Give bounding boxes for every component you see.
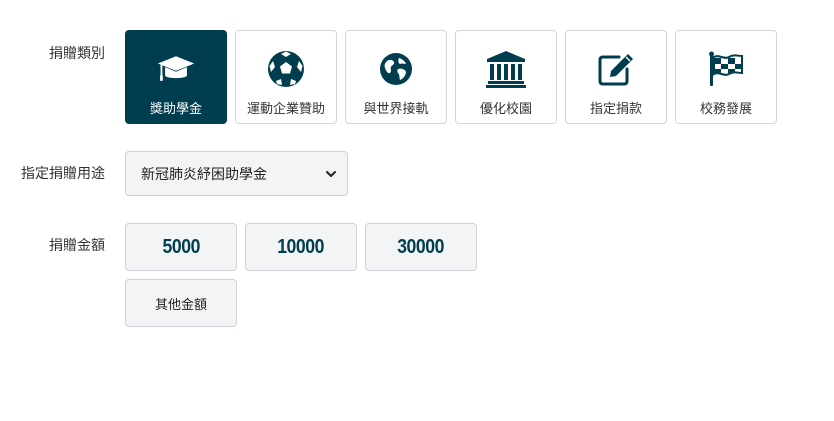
amount-button-10000[interactable]: 10000 <box>245 223 357 271</box>
amount-options: 5000 10000 30000 <box>125 223 477 271</box>
category-development[interactable]: 校務發展 <box>675 30 777 124</box>
donation-amount-label: 捐贈金額 <box>49 238 105 254</box>
graduation-cap-icon <box>156 49 196 89</box>
category-label: 與世界接軌 <box>363 102 429 117</box>
globe-icon <box>376 49 416 89</box>
category-label: 校務發展 <box>699 102 752 117</box>
purpose-select[interactable]: 新冠肺炎紓困助學金 <box>125 151 348 196</box>
checkered-flag-icon <box>706 49 746 89</box>
chevron-down-icon <box>325 168 337 180</box>
amount-button-5000[interactable]: 5000 <box>125 223 237 271</box>
category-label: 獎助學金 <box>149 102 202 117</box>
designated-purpose-label: 指定捐贈用途 <box>21 166 105 182</box>
edit-icon <box>596 49 636 89</box>
amount-value: 5000 <box>162 235 200 258</box>
category-options: 獎助學金 運動企業贊助 與世界接軌 優化校園 指定捐款 校務發展 <box>125 30 777 124</box>
donation-category-label: 捐贈類別 <box>49 46 105 62</box>
amount-value: 10000 <box>277 235 325 258</box>
purpose-selected-value: 新冠肺炎紓困助學金 <box>141 166 267 183</box>
category-scholarship[interactable]: 獎助學金 <box>125 30 227 124</box>
other-amount-label: 其他金額 <box>154 297 207 313</box>
university-building-icon <box>486 49 526 89</box>
amount-button-30000[interactable]: 30000 <box>365 223 477 271</box>
other-amount-button[interactable]: 其他金額 <box>125 279 237 327</box>
soccer-ball-icon <box>266 49 306 89</box>
category-sports-sponsorship[interactable]: 運動企業贊助 <box>235 30 337 124</box>
category-designated[interactable]: 指定捐款 <box>565 30 667 124</box>
category-label: 指定捐款 <box>589 102 642 117</box>
category-label: 運動企業贊助 <box>246 102 325 117</box>
category-label: 優化校園 <box>479 102 532 117</box>
category-campus[interactable]: 優化校園 <box>455 30 557 124</box>
category-global[interactable]: 與世界接軌 <box>345 30 447 124</box>
amount-value: 30000 <box>397 235 445 258</box>
